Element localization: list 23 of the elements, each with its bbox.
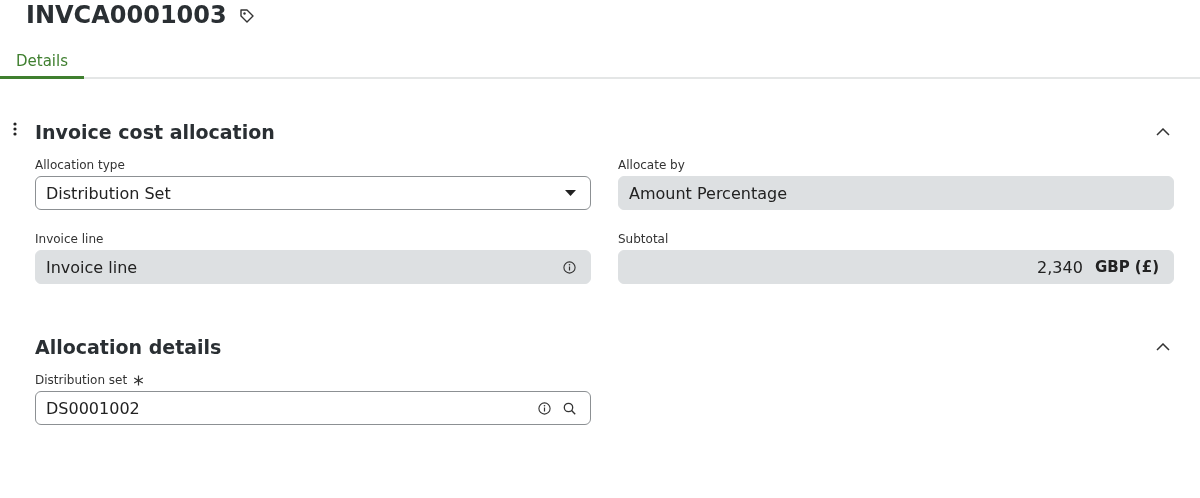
readonly-field: 2,340 GBP (£)	[618, 250, 1174, 284]
section-title: Allocation details	[35, 336, 222, 358]
info-icon[interactable]	[563, 260, 576, 274]
search-icon[interactable]	[563, 401, 576, 415]
field-label: Distribution set	[35, 373, 128, 387]
field-label: Allocation type	[35, 158, 125, 172]
info-icon[interactable]	[538, 401, 551, 415]
field-label: Allocate by	[618, 158, 685, 172]
chevron-icon[interactable]	[1156, 343, 1170, 351]
required-icon	[133, 374, 145, 386]
drag-handle-icon[interactable]	[13, 122, 17, 136]
input-field[interactable]: DS0001002	[35, 391, 591, 425]
dropdown-field[interactable]: Distribution Set	[35, 176, 591, 210]
caret-icon[interactable]	[565, 190, 576, 196]
readonly-field: Amount Percentage	[618, 176, 1174, 210]
readonly-field: Invoice line	[35, 250, 591, 284]
tag-icon[interactable]	[238, 8, 255, 24]
record-title: INVCA0001003	[26, 1, 227, 29]
section-title: Invoice cost allocation	[35, 121, 275, 143]
field-label: Subtotal	[618, 232, 669, 246]
chevron-icon[interactable]	[1156, 128, 1170, 136]
tab[interactable]: Details	[0, 48, 84, 79]
field-label: Invoice line	[35, 232, 104, 246]
